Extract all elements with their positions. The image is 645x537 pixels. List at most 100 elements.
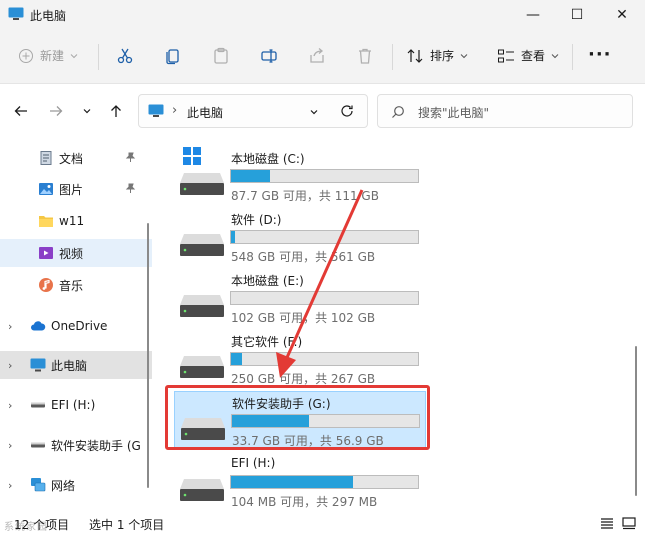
tiles-view-icon[interactable] — [622, 516, 636, 530]
sidebar-item-label: 视频 — [59, 246, 84, 261]
sort-button[interactable]: 排序 — [406, 47, 468, 64]
chevron-right-icon[interactable]: › — [8, 439, 12, 452]
view-label: 查看 — [521, 49, 546, 63]
content-scrollbar[interactable] — [635, 346, 637, 496]
drive-item[interactable]: EFI (H:) 104 MB 可用，共 297 MB — [174, 453, 426, 511]
sidebar-item-videos[interactable]: 视频 — [0, 239, 152, 267]
sidebar-item-software-install-helper[interactable]: › 软件安装助手 (G — [0, 431, 152, 459]
chevron-right-icon[interactable]: › — [8, 479, 12, 492]
up-button[interactable] — [105, 100, 127, 122]
close-button[interactable]: ✕ — [600, 0, 644, 30]
title-bar: 此电脑 — ☐ ✕ — [0, 0, 645, 30]
details-view-icon[interactable] — [600, 516, 614, 530]
recent-locations-button[interactable] — [76, 100, 98, 122]
share-button[interactable] — [307, 46, 327, 66]
rename-icon — [261, 49, 277, 63]
network-icon — [31, 478, 46, 492]
sidebar-item-efi[interactable]: › EFI (H:) — [0, 391, 152, 419]
search-icon — [392, 106, 404, 118]
copy-button[interactable] — [163, 46, 183, 66]
drive-item[interactable]: 软件 (D:) 548 GB 可用，共 561 GB — [174, 208, 426, 266]
pictures-icon — [39, 183, 53, 195]
new-label: 新建 — [40, 49, 65, 63]
back-button[interactable] — [10, 100, 32, 122]
drive-name: 本地磁盘 (E:) — [231, 274, 304, 288]
sidebar-item-network[interactable]: › 网络 — [0, 471, 152, 499]
separator — [98, 44, 99, 70]
hard-drive-icon — [180, 234, 224, 256]
this-pc-icon — [148, 104, 164, 117]
search-input[interactable]: 搜索"此电脑" — [377, 94, 633, 128]
view-button[interactable]: 查看 — [497, 47, 559, 64]
plus-circle-icon — [19, 48, 33, 63]
view-toggle — [600, 516, 636, 530]
sidebar-item-music[interactable]: 音乐 — [0, 271, 152, 299]
this-pc-icon — [8, 7, 24, 20]
music-icon — [39, 278, 53, 292]
drive-usage-bar — [230, 475, 419, 489]
drive-item[interactable]: 本地磁盘 (C:) 87.7 GB 可用，共 111 GB — [174, 147, 426, 205]
forward-button[interactable] — [45, 100, 67, 122]
navigation-pane: 文档 图片 w11 视频 音乐 › OneDrive › 此电脑 › EFI (… — [0, 138, 152, 510]
drive-icon — [31, 442, 45, 448]
hard-drive-icon — [180, 173, 224, 195]
hard-drive-icon — [180, 356, 224, 378]
address-bar[interactable]: › 此电脑 — [138, 94, 368, 128]
paste-button[interactable] — [211, 46, 231, 66]
delete-button[interactable] — [355, 46, 375, 66]
pin-icon[interactable] — [125, 152, 136, 163]
sidebar-item-label: 网络 — [51, 478, 76, 493]
copy-icon — [166, 49, 179, 65]
sidebar-item-label: 文档 — [59, 151, 84, 166]
sidebar-item-w11[interactable]: w11 — [0, 207, 152, 235]
arrow-up-icon — [111, 105, 121, 117]
sidebar-item-label: 图片 — [59, 182, 84, 197]
rename-button[interactable] — [259, 46, 279, 66]
sidebar-scrollbar[interactable] — [147, 223, 149, 488]
chevron-down-icon[interactable] — [309, 107, 319, 117]
drive-capacity: 104 MB 可用，共 297 MB — [231, 495, 378, 509]
drive-usage-fill — [231, 231, 235, 243]
drive-icon — [31, 402, 45, 408]
breadcrumb-separator: › — [172, 103, 178, 118]
sidebar-item-onedrive[interactable]: › OneDrive — [0, 312, 152, 340]
chevron-down-icon — [551, 53, 559, 58]
chevron-right-icon[interactable]: › — [8, 320, 12, 333]
separator — [572, 44, 573, 70]
minimize-button[interactable]: — — [511, 0, 555, 30]
windows-logo-icon — [183, 147, 201, 165]
drive-usage-bar — [230, 291, 419, 305]
status-bar: 系统家园 12 个项目 选中 1 个项目 — [0, 510, 645, 537]
refresh-icon[interactable] — [340, 104, 354, 118]
this-pc-icon — [30, 358, 46, 372]
chevron-right-icon[interactable]: › — [8, 399, 12, 412]
window-title: 此电脑 — [30, 9, 67, 23]
chevron-down-icon — [460, 53, 468, 58]
drive-item[interactable]: 本地磁盘 (E:) 102 GB 可用，共 102 GB — [174, 269, 426, 327]
breadcrumb-this-pc[interactable]: 此电脑 — [187, 104, 223, 121]
sidebar-item-label: EFI (H:) — [51, 398, 96, 412]
cloud-icon — [31, 321, 46, 331]
sidebar-item-this-pc[interactable]: › 此电脑 — [0, 351, 152, 379]
view-icon — [498, 49, 514, 62]
item-count: 12 个项目 — [14, 518, 70, 532]
sidebar-item-label: OneDrive — [51, 319, 108, 333]
sidebar-item-documents[interactable]: 文档 — [0, 144, 152, 172]
drive-capacity: 87.7 GB 可用，共 111 GB — [231, 189, 379, 203]
hard-drive-icon — [180, 295, 224, 317]
sidebar-item-pictures[interactable]: 图片 — [0, 175, 152, 203]
maximize-button[interactable]: ☐ — [555, 0, 599, 30]
drive-usage-fill — [231, 476, 353, 488]
cut-button[interactable] — [115, 46, 135, 66]
drives-list: 本地磁盘 (C:) 87.7 GB 可用，共 111 GB 软件 (D:) 54… — [152, 138, 645, 510]
video-icon — [39, 247, 53, 259]
new-button[interactable]: 新建 — [18, 47, 78, 64]
drive-usage-bar — [230, 169, 419, 183]
delete-icon — [359, 48, 371, 64]
drive-item[interactable]: 其它软件 (F:) 250 GB 可用，共 267 GB — [174, 330, 426, 388]
chevron-right-icon[interactable]: › — [8, 359, 12, 372]
more-options-button[interactable]: ··· — [588, 44, 612, 65]
sidebar-item-label: w11 — [59, 214, 85, 228]
pin-icon[interactable] — [125, 183, 136, 194]
selection-count: 选中 1 个项目 — [89, 518, 165, 532]
